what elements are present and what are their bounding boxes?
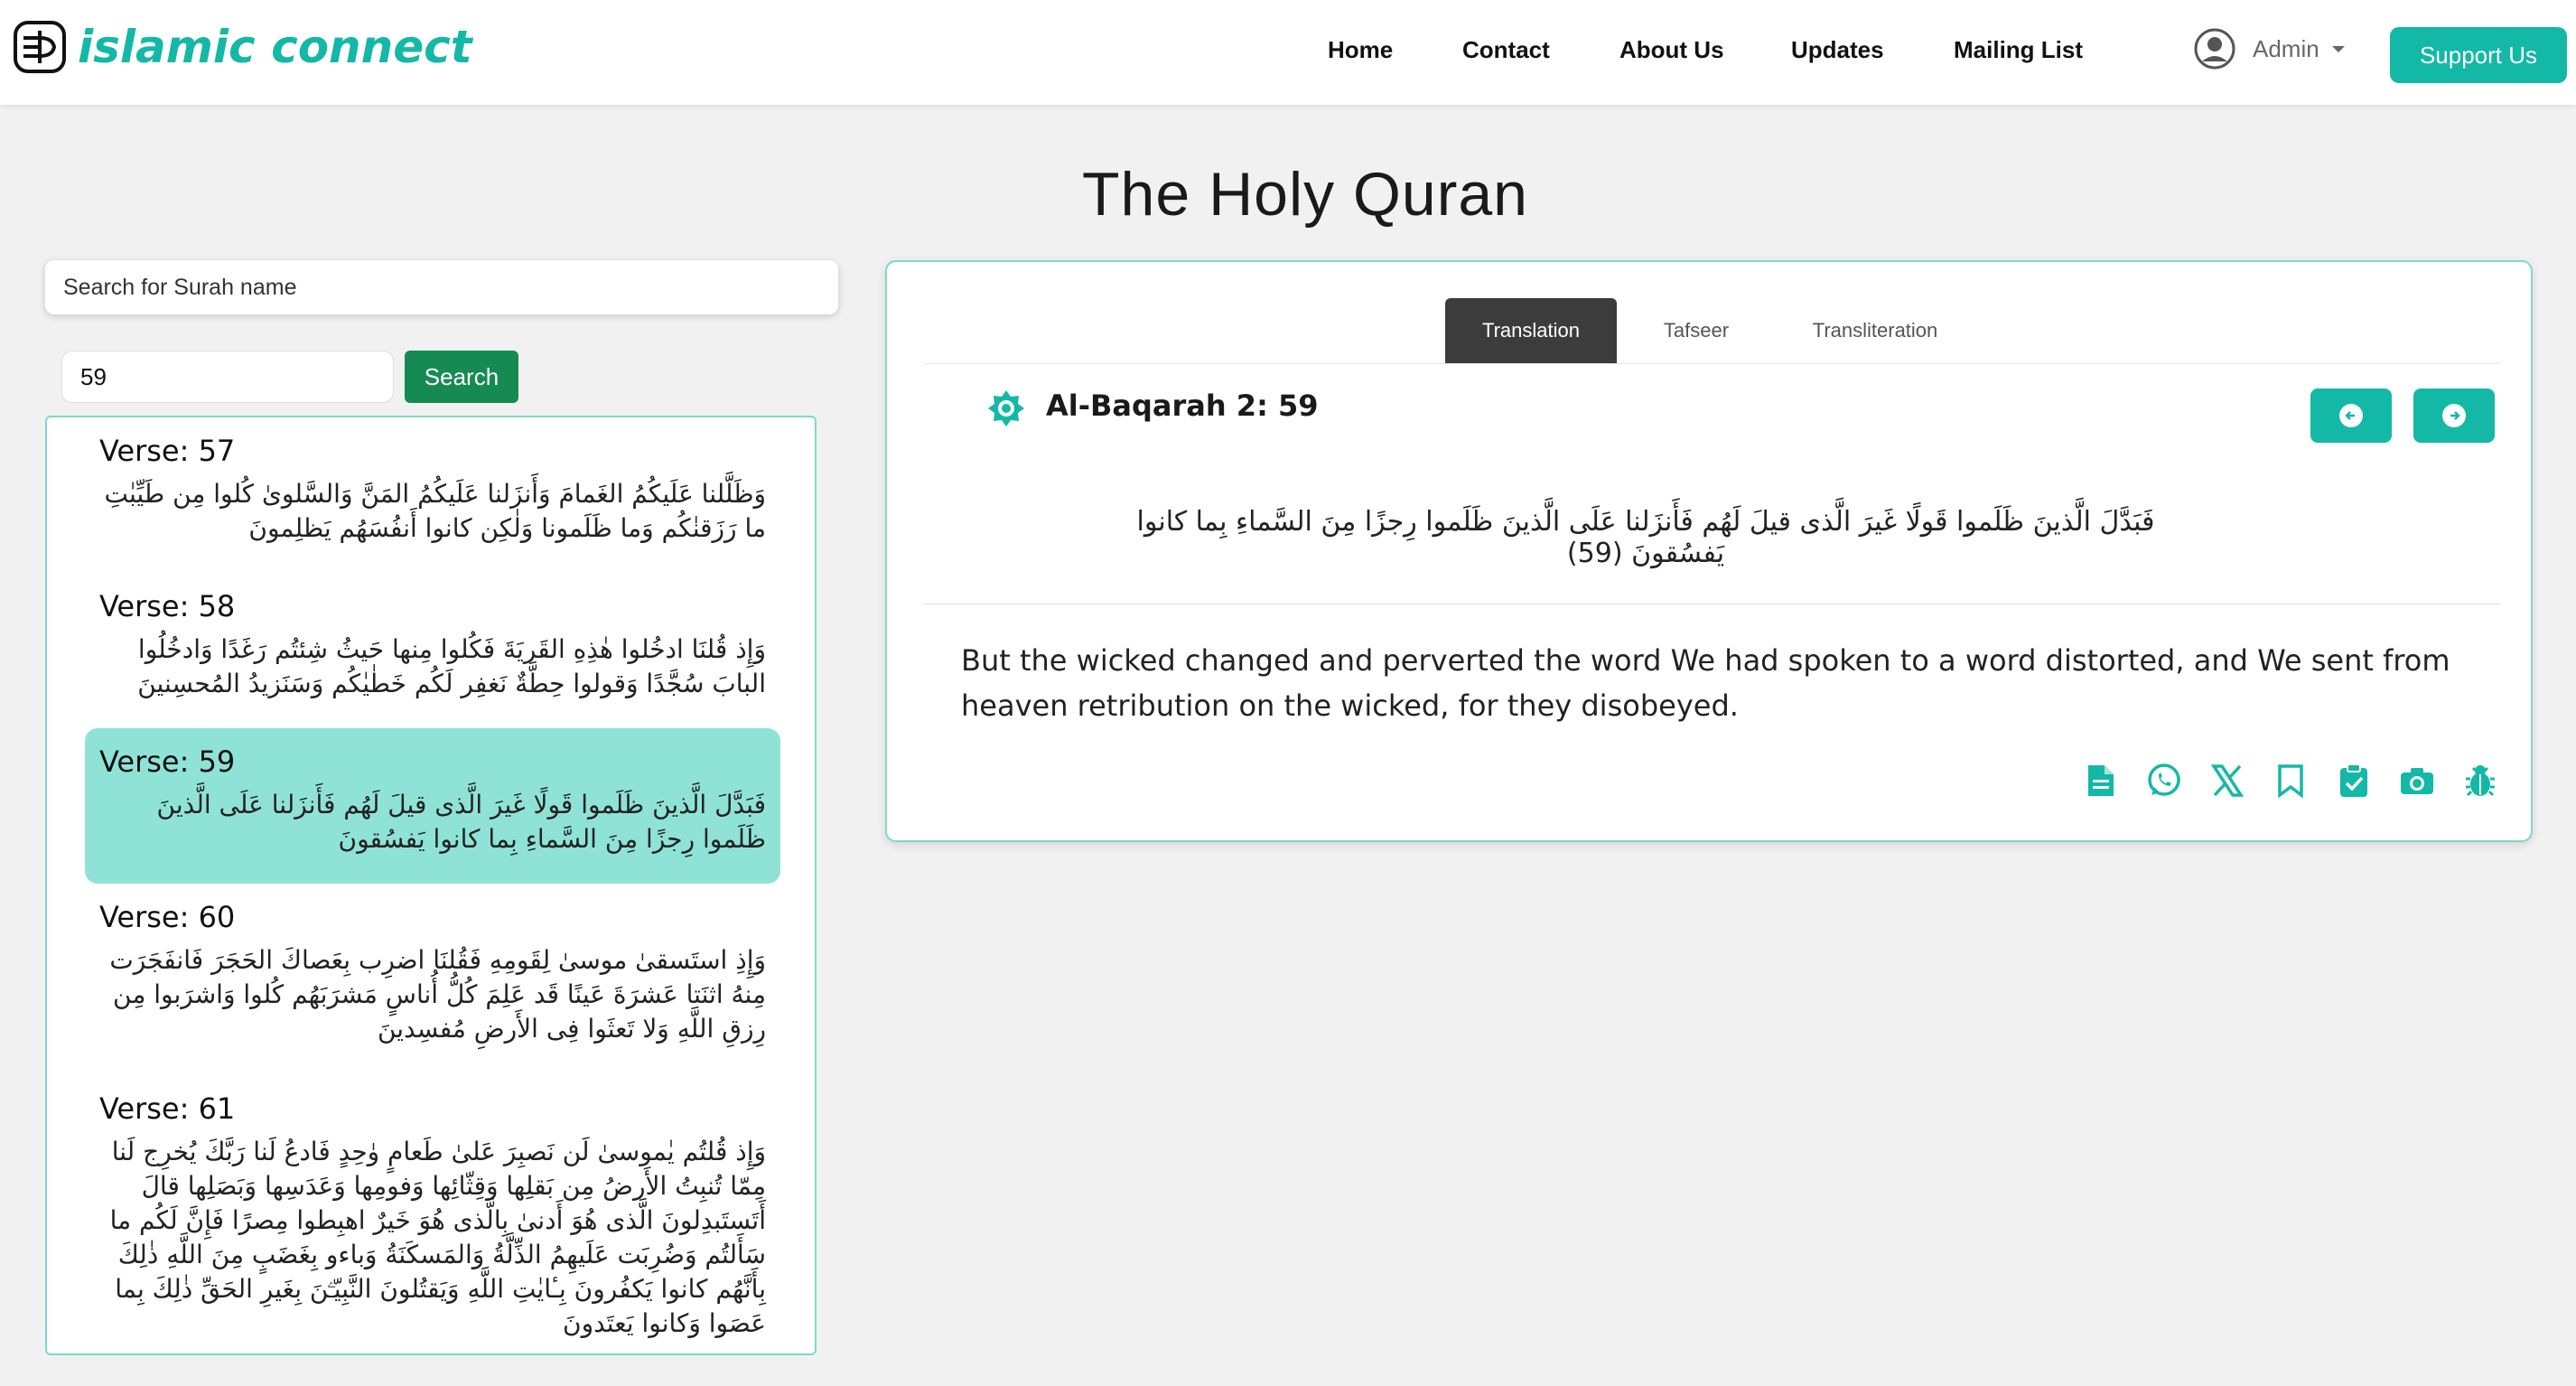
whatsapp-icon[interactable] [2144, 761, 2184, 801]
clipboard-icon[interactable] [2334, 761, 2374, 801]
nav-home[interactable]: Home [1328, 36, 1393, 64]
arrow-right-icon [2442, 404, 2466, 427]
verse-list-item-active[interactable]: Verse: 59 فَبَدَّلَ الَّذينَ ظَلَموا قَو… [85, 728, 780, 884]
nav-mailing-list[interactable]: Mailing List [1954, 36, 2083, 64]
verse-arabic-text: فَبَدَّلَ الَّذينَ ظَلَموا قَولًا غَيرَ … [1136, 506, 2155, 569]
document-icon[interactable] [2081, 761, 2121, 801]
verse-list[interactable]: Verse: 57 وَظَلَّلنا عَلَيكُمُ الغَمامَ … [45, 416, 817, 1355]
x-icon[interactable] [2207, 761, 2247, 801]
logo-icon [14, 21, 66, 73]
nav-about-us[interactable]: About Us [1619, 36, 1724, 64]
navbar: islamic connect Home Contact About Us Up… [0, 0, 2576, 105]
verse-list-item[interactable]: Verse: 61 وَإِذ قُلتُم يٰموسىٰ لَن نَصبِ… [85, 1075, 780, 1353]
verse-list-item[interactable]: Verse: 57 وَظَلَّلنا عَلَيكُمُ الغَمامَ … [85, 417, 780, 562]
verse-reference: Al-Baqarah 2: 59 [1046, 389, 1319, 423]
verse-label: Verse: 58 [99, 589, 236, 623]
support-us-button[interactable]: Support Us [2390, 27, 2567, 83]
bug-icon[interactable] [2460, 761, 2500, 801]
nav-updates[interactable]: Updates [1791, 36, 1884, 64]
verse-number-input[interactable]: 59 [61, 351, 394, 403]
admin-dropdown[interactable]: Admin [2193, 27, 2345, 70]
bookmark-icon[interactable] [2271, 761, 2310, 801]
camera-icon[interactable] [2397, 761, 2437, 801]
tabs-divider [923, 363, 2500, 364]
user-avatar-icon [2194, 28, 2235, 70]
brand-logo[interactable]: islamic connect [13, 20, 472, 74]
page-title: The Holy Quran [1082, 160, 1528, 229]
next-verse-button[interactable] [2413, 389, 2495, 443]
verse-star-icon [988, 390, 1024, 426]
verse-label: Verse: 61 [99, 1091, 236, 1126]
verse-translation: But the wicked changed and perverted the… [961, 643, 2450, 723]
surah-search-input[interactable]: Search for Surah name [45, 260, 838, 314]
verse-label: Verse: 57 [99, 434, 236, 468]
verse-list-item[interactable]: Verse: 60 وَإِذِ استَسقىٰ موسىٰ لِقَومِه… [85, 884, 780, 1063]
arrow-left-icon [2339, 404, 2363, 427]
verse-list-item[interactable]: Verse: 58 وَإِذ قُلنَا ادخُلوا هٰذِهِ ال… [85, 573, 780, 717]
verse-arabic: وَإِذِ استَسقىٰ موسىٰ لِقَومِهِ فَقُلنَا… [109, 945, 766, 1044]
admin-label: Admin [2253, 34, 2319, 62]
verse-detail-card: Translation Tafseer Transliteration Al-B… [885, 260, 2533, 842]
verse-arabic: وَإِذ قُلنَا ادخُلوا هٰذِهِ القَريَةَ فَ… [137, 634, 766, 698]
verse-arabic: وَإِذ قُلتُم يٰموسىٰ لَن نَصبِرَ عَلىٰ ط… [109, 1137, 766, 1338]
nav-contact[interactable]: Contact [1462, 36, 1550, 64]
verse-label: Verse: 59 [99, 745, 236, 779]
tab-translation[interactable]: Translation [1445, 298, 1617, 363]
verse-arabic: وَظَلَّلنا عَلَيكُمُ الغَمامَ وَأَنزَلنا… [104, 479, 766, 543]
search-button[interactable]: Search [405, 351, 518, 403]
verse-arabic: فَبَدَّلَ الَّذينَ ظَلَموا قَولًا غَيرَ … [156, 790, 766, 854]
tab-transliteration[interactable]: Transliteration [1772, 298, 1978, 363]
verse-label: Verse: 60 [99, 900, 236, 934]
previous-verse-button[interactable] [2310, 389, 2392, 443]
brand-name: islamic connect [78, 21, 472, 73]
caret-down-icon [2331, 45, 2345, 52]
tab-tafseer[interactable]: Tafseer [1642, 298, 1750, 363]
detail-tabs: Translation Tafseer Transliteration [887, 298, 2531, 363]
